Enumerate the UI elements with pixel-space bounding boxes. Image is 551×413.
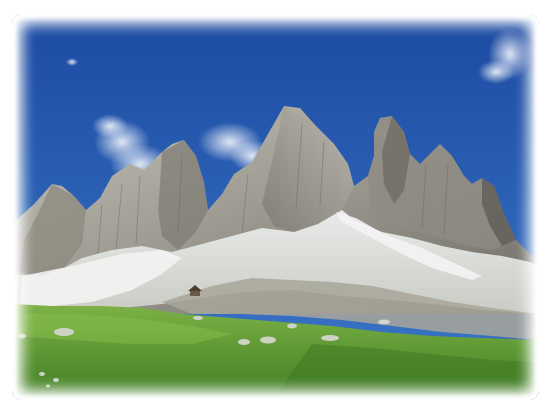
landscape-photo bbox=[12, 14, 539, 400]
image-canvas bbox=[0, 0, 551, 413]
landscape-svg bbox=[12, 14, 539, 400]
